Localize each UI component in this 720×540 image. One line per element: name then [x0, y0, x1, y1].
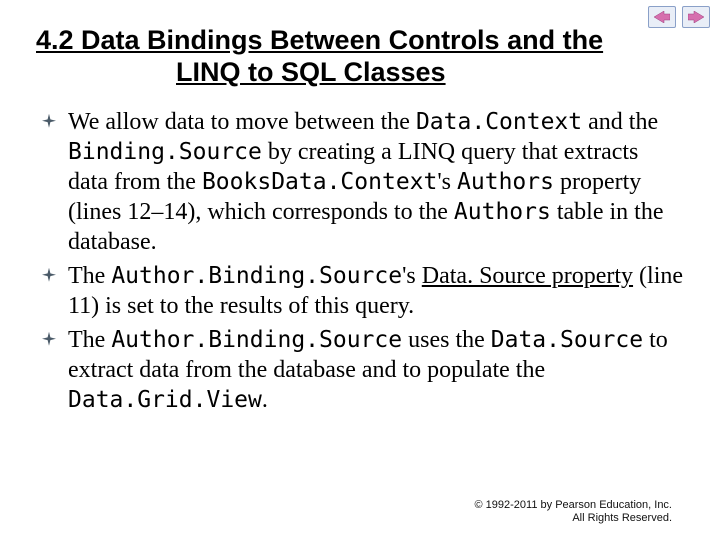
- code: Authors: [454, 199, 551, 225]
- code: Binding.Source: [68, 139, 262, 165]
- title-line-2: LINQ to SQL Classes: [176, 57, 446, 87]
- code: Data.Context: [416, 109, 582, 135]
- text: The: [68, 327, 111, 353]
- arrow-right-icon: [688, 11, 704, 23]
- text: .: [262, 387, 268, 413]
- slide: 4.2 Data Bindings Between Controls and t…: [0, 0, 720, 540]
- nav-controls: [648, 6, 710, 28]
- code: Data.Source: [491, 327, 643, 353]
- code: BooksData.Context: [202, 169, 437, 195]
- text: uses the: [402, 327, 491, 353]
- text: 's: [437, 169, 457, 195]
- code: Author.Binding.Source: [111, 327, 402, 353]
- list-item: The Author.Binding.Source uses the Data.…: [40, 325, 684, 415]
- code: Authors: [457, 169, 554, 195]
- text: We allow data to move between the: [68, 109, 416, 135]
- bullet-list: We allow data to move between the Data.C…: [36, 107, 684, 415]
- next-button[interactable]: [682, 6, 710, 28]
- prev-button[interactable]: [648, 6, 676, 28]
- text: and the: [582, 109, 658, 135]
- code: Data.Grid.View: [68, 387, 262, 413]
- copyright-footer: © 1992-2011 by Pearson Education, Inc. A…: [475, 499, 672, 527]
- arrow-left-icon: [654, 11, 670, 23]
- slide-title: 4.2 Data Bindings Between Controls and t…: [36, 24, 684, 89]
- list-item: We allow data to move between the Data.C…: [40, 107, 684, 257]
- datasource-property-link[interactable]: Data. Source property: [422, 263, 633, 289]
- text: 's: [402, 263, 422, 289]
- list-item: The Author.Binding.Source's Data. Source…: [40, 261, 684, 321]
- title-line-1: 4.2 Data Bindings Between Controls and t…: [36, 25, 603, 55]
- code: Author.Binding.Source: [111, 263, 402, 289]
- text: The: [68, 263, 111, 289]
- footer-line-1: © 1992-2011 by Pearson Education, Inc.: [475, 499, 672, 513]
- footer-line-2: All Rights Reserved.: [475, 512, 672, 526]
